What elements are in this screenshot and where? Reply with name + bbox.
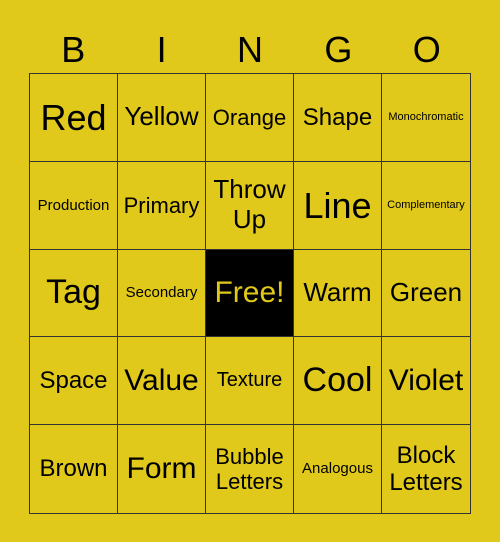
bingo-cell[interactable]: Primary: [118, 161, 206, 250]
bingo-cell[interactable]: Analogous: [294, 425, 382, 513]
header-letter-o: O: [412, 29, 441, 70]
header-letter-n: N: [236, 29, 263, 70]
bingo-cell[interactable]: Warm: [294, 249, 382, 338]
bingo-cell[interactable]: Monochromatic: [382, 74, 470, 162]
bingo-cell[interactable]: Production: [30, 161, 118, 250]
bingo-cell[interactable]: Tag: [30, 249, 118, 338]
bingo-grid: Red Yellow Orange Shape Monochromatic Pr…: [29, 73, 471, 514]
free-cell[interactable]: Free!: [206, 249, 294, 338]
bingo-cell[interactable]: Brown: [30, 425, 118, 513]
header-letter-g: G: [324, 29, 353, 70]
bingo-cell[interactable]: Orange: [206, 74, 294, 162]
header-letter-b: B: [61, 29, 86, 70]
bingo-cell[interactable]: Form: [118, 425, 206, 513]
bingo-cell[interactable]: Violet: [382, 337, 470, 426]
bingo-cell[interactable]: Secondary: [118, 249, 206, 338]
bingo-cell[interactable]: Complementary: [382, 162, 470, 250]
bingo-cell[interactable]: Red: [30, 74, 118, 162]
bingo-cell[interactable]: Yellow: [118, 74, 206, 162]
bingo-cell[interactable]: Line: [294, 161, 382, 250]
bingo-card: B I N G O Red Yellow Orange Shape Monoch…: [0, 0, 500, 542]
bingo-cell[interactable]: Texture: [206, 337, 294, 426]
bingo-cell[interactable]: Cool: [294, 337, 382, 426]
header-letter-i: I: [156, 29, 167, 70]
bingo-cell[interactable]: Bubble Letters: [206, 425, 294, 513]
bingo-header: B I N G O: [29, 28, 471, 72]
bingo-cell[interactable]: Value: [118, 337, 206, 426]
bingo-cell[interactable]: Block Letters: [382, 425, 470, 513]
bingo-cell[interactable]: Space: [30, 337, 118, 426]
bingo-cell[interactable]: Throw Up: [206, 161, 294, 250]
bingo-cell[interactable]: Green: [382, 250, 470, 338]
bingo-cell[interactable]: Shape: [294, 74, 382, 162]
